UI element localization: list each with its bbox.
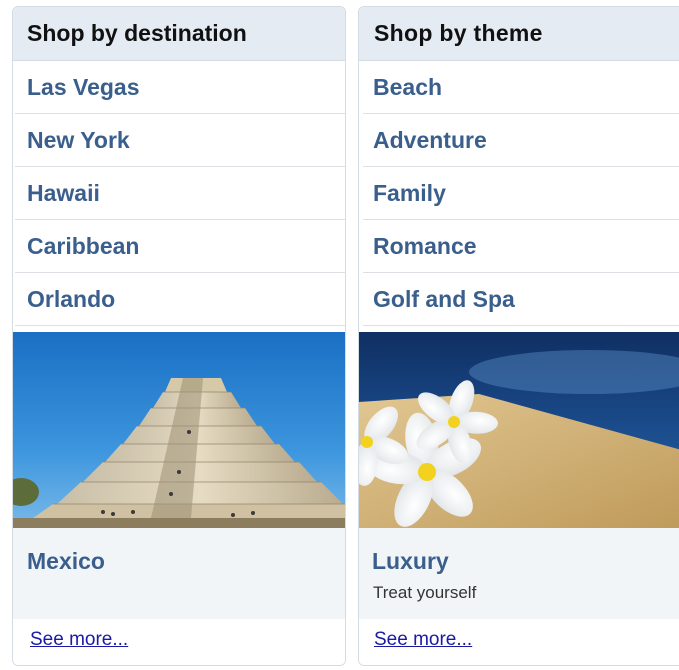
- destination-link-orlando[interactable]: Orlando: [15, 273, 345, 326]
- feature-subtitle: Treat yourself: [373, 583, 477, 602]
- flowers-photo-illustration: [359, 332, 679, 528]
- pyramid-photo-illustration: [13, 332, 345, 528]
- luxury-flowers-image[interactable]: [359, 332, 679, 528]
- theme-see-more-area: See more...: [359, 619, 679, 665]
- theme-link-beach[interactable]: Beach: [363, 61, 679, 114]
- theme-feature-caption: Luxury Treat yourself: [359, 528, 679, 622]
- destination-link-hawaii[interactable]: Hawaii: [15, 167, 345, 220]
- destination-link-las-vegas[interactable]: Las Vegas: [15, 61, 345, 114]
- shopping-widgets: Shop by destination Las Vegas New York H…: [0, 0, 679, 670]
- destination-see-more-link[interactable]: See more...: [30, 629, 128, 651]
- destination-panel: Shop by destination Las Vegas New York H…: [12, 6, 346, 666]
- destination-link-new-york[interactable]: New York: [15, 114, 345, 167]
- theme-link-family[interactable]: Family: [363, 167, 679, 220]
- destination-link-list: Las Vegas New York Hawaii Caribbean Orla…: [13, 61, 345, 326]
- destination-see-more-area: See more...: [13, 619, 345, 665]
- feature-title-mexico[interactable]: Mexico: [27, 548, 105, 575]
- theme-link-list: Beach Adventure Family Romance Golf and …: [359, 61, 679, 326]
- theme-link-romance[interactable]: Romance: [363, 220, 679, 273]
- destination-feature-caption: Mexico: [13, 528, 345, 622]
- theme-panel: Shop by theme Beach Adventure Family Rom…: [358, 6, 679, 666]
- mexico-pyramid-image[interactable]: [13, 332, 345, 528]
- destination-link-caribbean[interactable]: Caribbean: [15, 220, 345, 273]
- theme-link-adventure[interactable]: Adventure: [363, 114, 679, 167]
- destination-panel-header: Shop by destination: [13, 7, 345, 61]
- theme-link-golf-and-spa[interactable]: Golf and Spa: [363, 273, 679, 326]
- theme-see-more-link[interactable]: See more...: [374, 629, 472, 651]
- feature-title-luxury[interactable]: Luxury: [372, 548, 449, 575]
- theme-panel-header: Shop by theme: [359, 7, 679, 61]
